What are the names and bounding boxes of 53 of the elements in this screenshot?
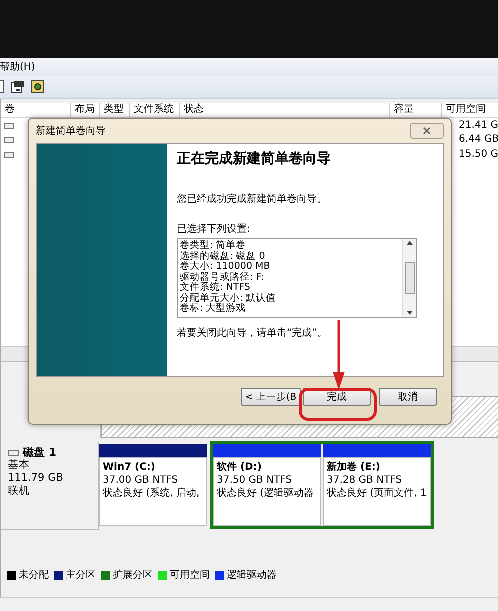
legend-label: 未分配 xyxy=(19,568,49,582)
legend-label: 可用空间 xyxy=(170,568,210,582)
legend-label: 扩展分区 xyxy=(113,568,153,582)
disk-status: 联机 xyxy=(8,485,31,498)
partition-status: 状态良好 (系统, 启动, xyxy=(103,487,201,500)
cancel-button[interactable]: 取消 xyxy=(379,388,437,406)
partition-size: 37.28 GB NTFS xyxy=(327,474,404,487)
setting-line: 文件系统: NTFS xyxy=(180,283,252,293)
setting-line: 卷类型: 简单卷 xyxy=(180,241,248,251)
menu-item[interactable]: 帮助(H) xyxy=(0,60,36,74)
partition-status: 状态良好 (页面文件, 1 xyxy=(327,487,427,500)
partition-status: 状态良好 (逻辑驱动器 xyxy=(217,487,316,500)
partition-size: 37.00 GB NTFS xyxy=(103,474,180,487)
down-arrow-icon[interactable] xyxy=(406,311,412,315)
back-button[interactable]: < 上一步(B xyxy=(241,388,301,406)
partition-size: 37.50 GB NTFS xyxy=(217,474,294,487)
column-header[interactable]: 布局 xyxy=(71,103,100,117)
column-header[interactable]: 卷 xyxy=(1,103,71,117)
dialog-title: 新建简单卷向导 xyxy=(36,124,106,138)
vertical-scrollbar[interactable] xyxy=(402,239,416,317)
annotation-arrow xyxy=(332,320,346,390)
setting-line: 选择的磁盘: 磁盘 0 xyxy=(180,252,266,262)
disk-size: 111.79 GB xyxy=(8,472,64,485)
column-header[interactable]: 容量 xyxy=(390,103,442,117)
wizard-heading: 正在完成新建简单卷向导 xyxy=(177,150,332,168)
setting-line: 驱动器号或路径: F: xyxy=(180,272,266,282)
settings-icon[interactable] xyxy=(31,80,45,94)
document-icon[interactable] xyxy=(0,80,5,94)
partition-name: 新加卷 (E:) xyxy=(327,461,382,474)
column-header[interactable]: 可用空间 xyxy=(442,103,498,117)
setting-line: 卷标: 大型游戏 xyxy=(180,304,248,314)
close-button[interactable] xyxy=(410,123,444,139)
partition-name: 软件 (D:) xyxy=(217,461,263,474)
scrollbar-thumb[interactable] xyxy=(404,262,414,294)
close-icon xyxy=(423,127,431,135)
disk-type: 基本 xyxy=(8,459,31,472)
table-cell: 6.44 GB xyxy=(459,134,498,146)
settings-label: 已选择下列设置: xyxy=(177,222,252,236)
column-header[interactable]: 状态 xyxy=(180,103,390,117)
column-header[interactable]: 文件系统 xyxy=(130,103,180,117)
partition-name: Win7 (C:) xyxy=(103,461,156,474)
up-arrow-icon[interactable] xyxy=(406,241,412,245)
setting-line: 卷大小: 110000 MB xyxy=(180,262,272,272)
column-header[interactable]: 类型 xyxy=(100,103,130,117)
setting-line: 分配单元大小: 默认值 xyxy=(180,294,278,304)
properties-icon[interactable] xyxy=(11,80,25,94)
closing-note: 若要关闭此向导，请单击“完成”。 xyxy=(177,326,328,340)
intro-text: 您已经成功完成新建简单卷向导。 xyxy=(177,192,328,206)
legend-label: 主分区 xyxy=(66,568,96,582)
disk-name: 磁盘 1 xyxy=(23,446,56,459)
table-cell: 21.41 G xyxy=(459,120,498,131)
legend-label: 逻辑驱动器 xyxy=(227,568,277,582)
table-cell: 15.50 G xyxy=(459,148,498,160)
